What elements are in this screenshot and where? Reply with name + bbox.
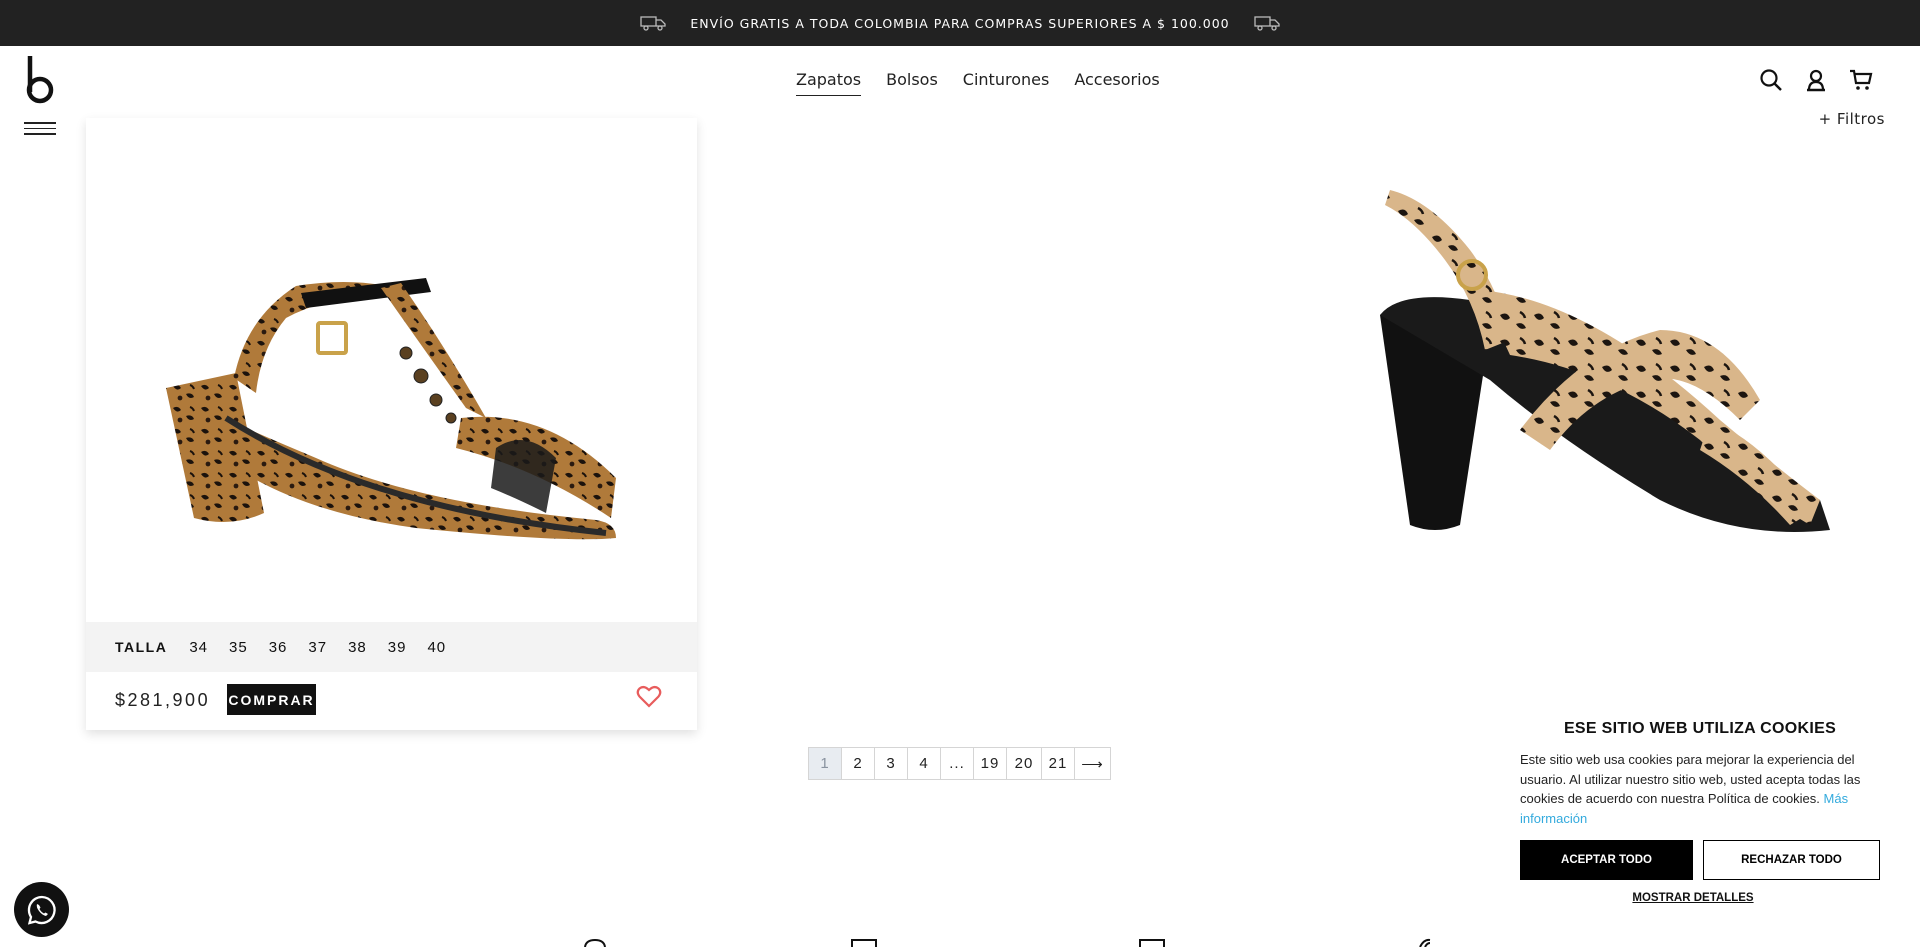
next-page-arrow-icon[interactable]: ⟶ bbox=[1074, 747, 1111, 780]
truck-icon bbox=[640, 16, 667, 31]
search-icon[interactable] bbox=[1759, 68, 1783, 92]
heart-icon[interactable] bbox=[636, 685, 662, 709]
cookie-title: ESE SITIO WEB UTILIZA COOKIES bbox=[1563, 720, 1837, 737]
whatsapp-button[interactable] bbox=[14, 882, 69, 937]
size-selector: TALLA 34 35 36 37 38 39 40 bbox=[86, 622, 697, 672]
size-option[interactable]: 36 bbox=[269, 639, 288, 656]
page-ellipsis: ... bbox=[940, 747, 974, 780]
page-link[interactable]: 2 bbox=[841, 747, 875, 780]
announcement-bar: ENVÍO GRATIS A TODA COLOMBIA PARA COMPRA… bbox=[0, 0, 1920, 46]
pagination: 1 2 3 4 ... 19 20 21 ⟶ bbox=[808, 747, 1111, 780]
nav-accesorios[interactable]: Accesorios bbox=[1074, 70, 1159, 96]
product-card[interactable]: TALLA 34 35 36 37 38 39 40 $281,900 COMP… bbox=[86, 118, 697, 730]
page-link[interactable]: 3 bbox=[874, 747, 908, 780]
phone-icon bbox=[1419, 938, 1431, 947]
page-link[interactable]: 19 bbox=[973, 747, 1007, 780]
accept-cookies-button[interactable]: ACEPTAR TODO bbox=[1520, 840, 1693, 880]
size-option[interactable]: 34 bbox=[189, 639, 208, 656]
filters-toggle[interactable]: + Filtros bbox=[1819, 110, 1885, 128]
size-option[interactable]: 40 bbox=[427, 639, 446, 656]
nav-cinturones[interactable]: Cinturones bbox=[963, 70, 1050, 96]
brand-logo[interactable] bbox=[24, 54, 56, 106]
reject-cookies-button[interactable]: RECHAZAR TODO bbox=[1703, 840, 1880, 880]
card-icon bbox=[1139, 939, 1165, 947]
page-link[interactable]: 4 bbox=[907, 747, 941, 780]
nav-bolsos[interactable]: Bolsos bbox=[886, 70, 938, 96]
page-link[interactable]: 21 bbox=[1041, 747, 1075, 780]
main-nav: Zapatos Bolsos Cinturones Accesorios bbox=[796, 70, 1160, 96]
menu-hamburger-icon[interactable] bbox=[24, 122, 56, 136]
cart-icon[interactable] bbox=[1849, 68, 1873, 92]
size-option[interactable]: 37 bbox=[308, 639, 327, 656]
product-price: $281,900 bbox=[115, 690, 211, 710]
product-image[interactable] bbox=[1360, 180, 1860, 550]
show-details-link[interactable]: MOSTRAR DETALLES bbox=[1520, 892, 1866, 904]
size-option[interactable]: 39 bbox=[388, 639, 407, 656]
size-option[interactable]: 35 bbox=[229, 639, 248, 656]
box-icon bbox=[851, 939, 877, 947]
whatsapp-icon bbox=[27, 895, 56, 925]
user-icon[interactable] bbox=[1804, 68, 1828, 92]
store-icon bbox=[584, 938, 606, 947]
cookie-banner: ESE SITIO WEB UTILIZA COOKIES Este sitio… bbox=[1520, 712, 1880, 912]
nav-zapatos[interactable]: Zapatos bbox=[796, 70, 862, 96]
truck-icon bbox=[1253, 16, 1280, 31]
cookie-text: Este sitio web usa cookies para mejorar … bbox=[1520, 750, 1870, 828]
announcement-text: ENVÍO GRATIS A TODA COLOMBIA PARA COMPRA… bbox=[690, 15, 1230, 31]
buy-button[interactable]: COMPRAR bbox=[227, 684, 316, 715]
page-link[interactable]: 1 bbox=[808, 747, 842, 780]
product-image[interactable] bbox=[86, 118, 697, 622]
cookie-body: Este sitio web usa cookies para mejorar … bbox=[1520, 752, 1861, 806]
size-label: TALLA bbox=[115, 639, 168, 655]
page-link[interactable]: 20 bbox=[1006, 747, 1042, 780]
size-option[interactable]: 38 bbox=[348, 639, 367, 656]
